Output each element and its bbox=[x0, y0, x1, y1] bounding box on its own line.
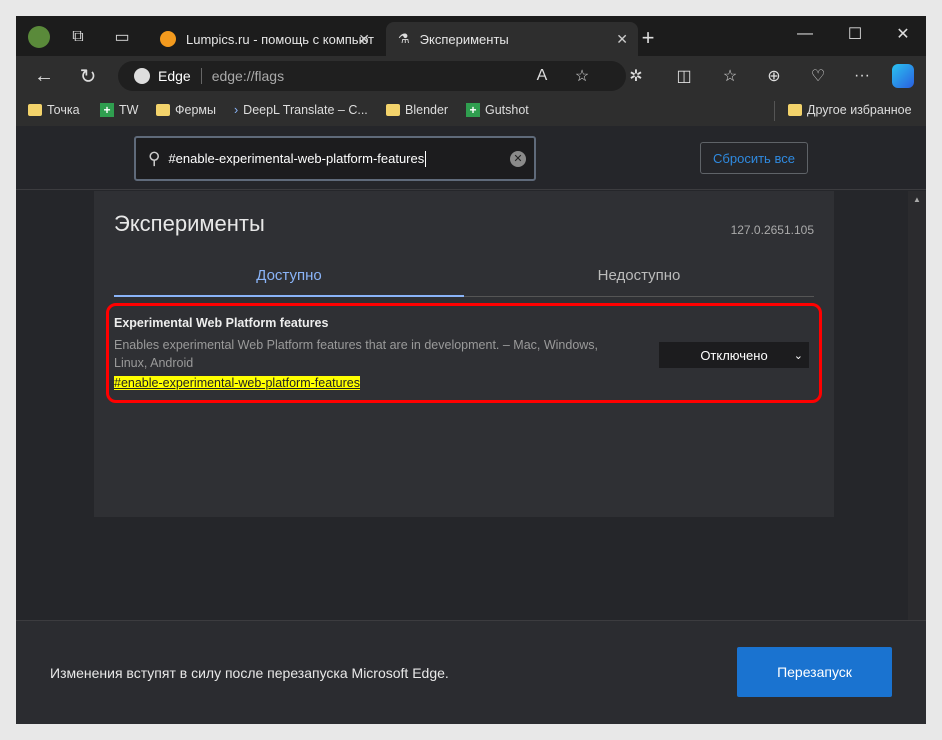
url-text[interactable]: edge://flags bbox=[212, 68, 284, 84]
tab-unavailable[interactable]: Недоступно bbox=[464, 263, 814, 297]
restart-footer: Изменения вступят в силу после перезапус… bbox=[16, 620, 926, 724]
maximize-icon[interactable]: ☐ bbox=[840, 24, 870, 44]
edge-logo-icon bbox=[134, 68, 150, 84]
collections-icon[interactable]: ⊕ bbox=[762, 64, 786, 88]
bookmark-label: TW bbox=[119, 103, 139, 117]
bookmark-tochka[interactable]: Точка bbox=[28, 103, 80, 117]
tab-label: Недоступно bbox=[597, 267, 681, 284]
workspaces-icon[interactable]: ⧉ bbox=[66, 26, 90, 48]
bookmark-label: Точка bbox=[47, 103, 80, 117]
flask-icon: ⚗ bbox=[398, 31, 410, 46]
favorites-icon[interactable]: ☆ bbox=[718, 64, 742, 88]
flags-header: ⚲ #enable-experimental-web-platform-feat… bbox=[16, 126, 926, 190]
deepl-icon: › bbox=[234, 103, 239, 117]
folder-icon bbox=[28, 104, 42, 116]
select-value: Отключено bbox=[700, 347, 768, 363]
tab-bar: ⧉ ▭ Lumpics.ru - помощь с компьют ✕ ⚗ Эк… bbox=[16, 16, 926, 56]
sheets-icon: + bbox=[100, 103, 114, 117]
page-title: Эксперименты bbox=[114, 211, 265, 236]
orange-icon bbox=[160, 31, 176, 47]
scroll-up-icon[interactable]: ▲ bbox=[913, 195, 921, 204]
scrollbar[interactable]: ▲ bbox=[908, 191, 926, 620]
browser-essentials-icon[interactable]: ♡ bbox=[806, 64, 830, 88]
clear-search-icon[interactable]: ✕ bbox=[510, 150, 526, 167]
tab-label: Lumpics.ru - помощь с компьют bbox=[186, 31, 374, 47]
flag-description: Enables experimental Web Platform featur… bbox=[114, 338, 599, 370]
browser-window: ⧉ ▭ Lumpics.ru - помощь с компьют ✕ ⚗ Эк… bbox=[16, 16, 926, 724]
bookmarks-bar: Точка + TW Фермы › DeepL Translate – C... … bbox=[16, 96, 926, 126]
flags-panel: Эксперименты 127.0.2651.105 Доступно Нед… bbox=[94, 191, 834, 517]
profile-avatar[interactable] bbox=[28, 26, 50, 48]
folder-icon bbox=[156, 104, 170, 116]
folder-icon bbox=[788, 104, 802, 116]
chevron-down-icon: ⌄ bbox=[793, 349, 803, 362]
bookmark-gutshot[interactable]: + Gutshot bbox=[466, 103, 529, 117]
vertical-tabs-icon[interactable]: ▭ bbox=[110, 26, 134, 48]
flags-page: ⚲ #enable-experimental-web-platform-feat… bbox=[16, 126, 926, 620]
reset-all-button[interactable]: Сбросить все bbox=[700, 142, 808, 174]
split-screen-icon[interactable]: ◫ bbox=[672, 64, 696, 88]
close-window-icon[interactable]: ✕ bbox=[888, 24, 918, 44]
folder-icon bbox=[386, 104, 400, 116]
copilot-icon[interactable] bbox=[892, 64, 914, 88]
tab-label: Доступно bbox=[256, 267, 322, 284]
favorite-star-icon[interactable]: ☆ bbox=[570, 65, 594, 87]
restart-button[interactable]: Перезапуск bbox=[737, 647, 892, 697]
close-tab-icon[interactable]: ✕ bbox=[616, 31, 628, 48]
new-tab-icon[interactable]: + bbox=[636, 25, 660, 50]
sheets-icon: + bbox=[466, 103, 480, 117]
read-aloud-icon[interactable]: A bbox=[530, 65, 554, 87]
bookmark-fermy[interactable]: Фермы bbox=[156, 103, 216, 117]
tab-available[interactable]: Доступно bbox=[114, 263, 464, 297]
back-icon[interactable]: ← bbox=[32, 64, 56, 88]
other-favorites[interactable]: Другое избранное bbox=[788, 103, 912, 117]
flag-title: Experimental Web Platform features bbox=[114, 316, 329, 330]
search-icon: ⚲ bbox=[148, 148, 161, 168]
toolbar: ← ↻ Edge edge://flags A ☆ ✲ ◫ ☆ ⊕ ♡ ··· bbox=[16, 56, 926, 96]
bookmark-tw[interactable]: + TW bbox=[100, 103, 138, 117]
bookmark-label: Blender bbox=[405, 103, 449, 117]
bookmark-label: Gutshot bbox=[485, 103, 529, 117]
tab-lumpics[interactable]: Lumpics.ru - помощь с компьют ✕ bbox=[148, 22, 380, 56]
tab-label: Эксперименты bbox=[419, 31, 509, 47]
tab-experiments[interactable]: ⚗ Эксперименты ✕ bbox=[386, 22, 638, 56]
bookmark-label: DeepL Translate – C... bbox=[243, 103, 368, 117]
address-bar[interactable]: Edge edge://flags A ☆ bbox=[118, 61, 626, 91]
search-value: #enable-experimental-web-platform-featur… bbox=[168, 151, 425, 166]
bookmark-label: Фермы bbox=[175, 103, 216, 117]
restart-message: Изменения вступят в силу после перезапус… bbox=[50, 665, 449, 681]
refresh-icon[interactable]: ↻ bbox=[76, 64, 100, 88]
flag-state-select[interactable]: Отключено ⌄ bbox=[659, 342, 809, 368]
bookmark-blender[interactable]: Blender bbox=[386, 103, 448, 117]
divider bbox=[200, 68, 202, 84]
close-tab-icon[interactable]: ✕ bbox=[358, 31, 370, 48]
version-label: 127.0.2651.105 bbox=[730, 223, 814, 237]
flag-link[interactable]: #enable-experimental-web-platform-featur… bbox=[114, 376, 360, 390]
bookmark-deepl[interactable]: › DeepL Translate – C... bbox=[234, 103, 368, 117]
site-label: Edge bbox=[158, 68, 191, 84]
divider bbox=[774, 101, 775, 121]
extensions-icon[interactable]: ✲ bbox=[624, 64, 648, 88]
search-input[interactable]: ⚲ #enable-experimental-web-platform-feat… bbox=[134, 136, 536, 181]
flag-item: Experimental Web Platform features Enabl… bbox=[106, 303, 822, 403]
more-icon[interactable]: ··· bbox=[850, 64, 874, 88]
bookmark-label: Другое избранное bbox=[807, 103, 912, 117]
minimize-icon[interactable]: — bbox=[790, 24, 820, 44]
